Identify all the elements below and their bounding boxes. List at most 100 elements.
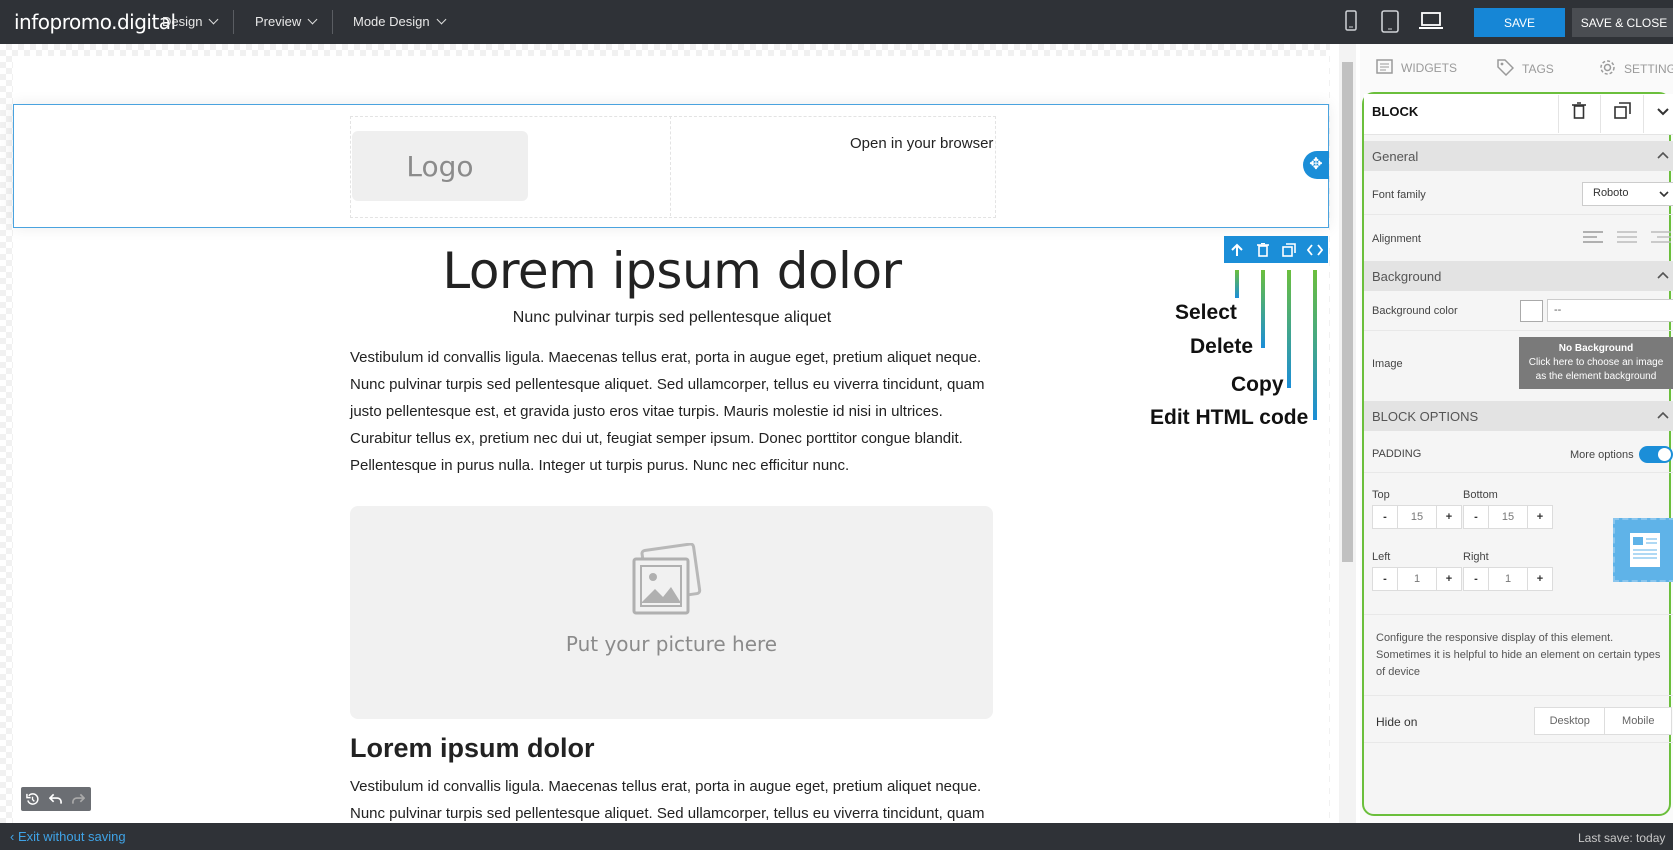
padding-top-stepper[interactable]: -15 + (1372, 505, 1462, 529)
section-general[interactable]: General (1364, 141, 1673, 171)
annotation-delete: Delete (1190, 335, 1254, 358)
increment-button[interactable]: + (1528, 506, 1552, 528)
email-heading[interactable]: Lorem ipsum dolor (350, 242, 994, 300)
hide-on-toggle: Desktop Mobile (1534, 707, 1672, 735)
padding-top-value[interactable]: 15 (1397, 506, 1437, 528)
padding-right-stepper[interactable]: -1 + (1463, 567, 1553, 591)
exit-without-saving-link[interactable]: ‹ Exit without saving (10, 829, 126, 844)
align-right-icon[interactable] (1651, 230, 1671, 249)
email-paragraph-2[interactable]: Vestibulum id convallis ligula. Maecenas… (350, 773, 994, 827)
header-divider (1600, 95, 1601, 133)
open-in-browser-link[interactable]: Open in your browser (850, 135, 993, 152)
annotation-line-copy (1287, 270, 1291, 388)
hide-desktop-button[interactable]: Desktop (1535, 708, 1606, 734)
background-image-picker[interactable]: No Background Click here to choose an im… (1519, 337, 1673, 389)
padding-left-value[interactable]: 1 (1397, 568, 1437, 590)
save-close-button[interactable]: SAVE & CLOSE (1572, 8, 1673, 37)
undo-icon[interactable] (44, 787, 67, 811)
chevron-down-icon (307, 14, 318, 25)
background-color-input[interactable]: -- (1547, 299, 1673, 322)
padding-left-stepper[interactable]: -1 + (1372, 567, 1462, 591)
tab-widgets[interactable]: WIDGETS (1376, 59, 1457, 77)
no-background-hint: Click here to choose an image as the ele… (1528, 357, 1664, 382)
align-center-icon[interactable] (1617, 230, 1637, 249)
section-block-options-label: BLOCK OPTIONS (1372, 409, 1479, 424)
image-label: Image (1372, 358, 1403, 370)
section-background[interactable]: Background (1364, 261, 1673, 291)
padding-right-value[interactable]: 1 (1488, 568, 1528, 590)
history-icon[interactable] (21, 787, 44, 811)
redo-icon[interactable] (67, 787, 90, 811)
more-options-label: More options (1570, 449, 1634, 461)
align-left-icon[interactable] (1583, 230, 1603, 249)
paragraph-line: Curabitur tellus ex, pretium nec dui ut,… (350, 430, 963, 447)
section-block-options[interactable]: BLOCK OPTIONS (1364, 401, 1673, 431)
trash-icon[interactable] (1572, 102, 1586, 124)
alignment-label: Alignment (1372, 233, 1421, 245)
chevron-down-icon[interactable] (1657, 104, 1669, 122)
annotation-copy: Copy (1231, 373, 1284, 396)
padding-bottom-label: Bottom (1463, 489, 1498, 501)
menu-divider (233, 10, 234, 34)
paragraph-line: justo pellentesque est, et gravida justo… (350, 403, 943, 420)
decrement-button[interactable]: - (1464, 506, 1488, 528)
header-divider (1558, 95, 1559, 133)
logo-placeholder[interactable]: Logo (352, 131, 528, 201)
drag-preview-widget[interactable] (1613, 518, 1673, 582)
paragraph-line: Pellentesque in purus nulla. Integer ut … (350, 457, 850, 474)
brand-logo: infopromo.digital (14, 10, 176, 34)
tab-settings[interactable]: SETTING (1599, 59, 1673, 79)
desktop-icon[interactable] (1419, 12, 1443, 35)
email-heading-2[interactable]: Lorem ipsum dolor (350, 733, 595, 764)
row-divider (1364, 742, 1673, 743)
annotation-line-delete (1261, 270, 1265, 348)
font-family-select[interactable]: Roboto (1582, 182, 1673, 206)
tab-tags[interactable]: TAGS (1497, 59, 1554, 79)
background-color-label: Background color (1372, 305, 1458, 317)
color-swatch[interactable] (1520, 300, 1543, 322)
menu-design[interactable]: Design (162, 14, 219, 29)
widgets-icon (1376, 59, 1393, 77)
email-subheading[interactable]: Nunc pulvinar turpis sed pellentesque al… (350, 309, 994, 327)
tab-tags-label: TAGS (1522, 62, 1554, 76)
decrement-button[interactable]: - (1373, 568, 1397, 590)
mobile-icon[interactable] (1344, 10, 1358, 37)
annotation-select: Select (1175, 301, 1237, 324)
decrement-button[interactable]: - (1373, 506, 1397, 528)
chevron-up-icon (1657, 411, 1669, 419)
chevron-down-icon (209, 14, 219, 25)
canvas-scrollbar-thumb[interactable] (1342, 62, 1353, 562)
chevron-down-icon (1659, 191, 1669, 198)
padding-right-label: Right (1463, 551, 1489, 563)
menu-mode-design-label: Mode Design (353, 14, 430, 29)
email-paragraph[interactable]: Vestibulum id convallis ligula. Maecenas… (350, 344, 994, 479)
menu-preview-label: Preview (255, 14, 302, 29)
trash-icon[interactable] (1250, 236, 1276, 263)
padding-bottom-stepper[interactable]: -15 + (1463, 505, 1553, 529)
tablet-icon[interactable] (1380, 10, 1400, 39)
padding-bottom-value[interactable]: 15 (1488, 506, 1528, 528)
code-icon[interactable] (1302, 236, 1328, 263)
section-background-label: Background (1372, 269, 1442, 284)
tab-settings-label: SETTING (1624, 62, 1673, 76)
menu-preview[interactable]: Preview (255, 14, 318, 29)
row-divider (1364, 695, 1673, 696)
more-options-toggle[interactable] (1639, 446, 1673, 463)
copy-icon[interactable] (1614, 102, 1631, 124)
gear-icon (1599, 59, 1616, 79)
row-divider (1364, 614, 1673, 615)
increment-button[interactable]: + (1437, 568, 1461, 590)
hide-mobile-button[interactable]: Mobile (1605, 708, 1671, 734)
toggle-knob (1658, 448, 1671, 461)
arrow-up-icon[interactable] (1224, 236, 1250, 263)
row-divider (1364, 214, 1673, 215)
menu-mode-design[interactable]: Mode Design (353, 14, 447, 29)
move-handle-icon[interactable]: ✥ (1303, 151, 1329, 179)
increment-button[interactable]: + (1437, 506, 1461, 528)
increment-button[interactable]: + (1528, 568, 1552, 590)
decrement-button[interactable]: - (1464, 568, 1488, 590)
save-button[interactable]: SAVE (1474, 8, 1565, 37)
tab-widgets-label: WIDGETS (1401, 61, 1457, 75)
copy-icon[interactable] (1276, 236, 1302, 263)
section-general-label: General (1372, 149, 1419, 164)
